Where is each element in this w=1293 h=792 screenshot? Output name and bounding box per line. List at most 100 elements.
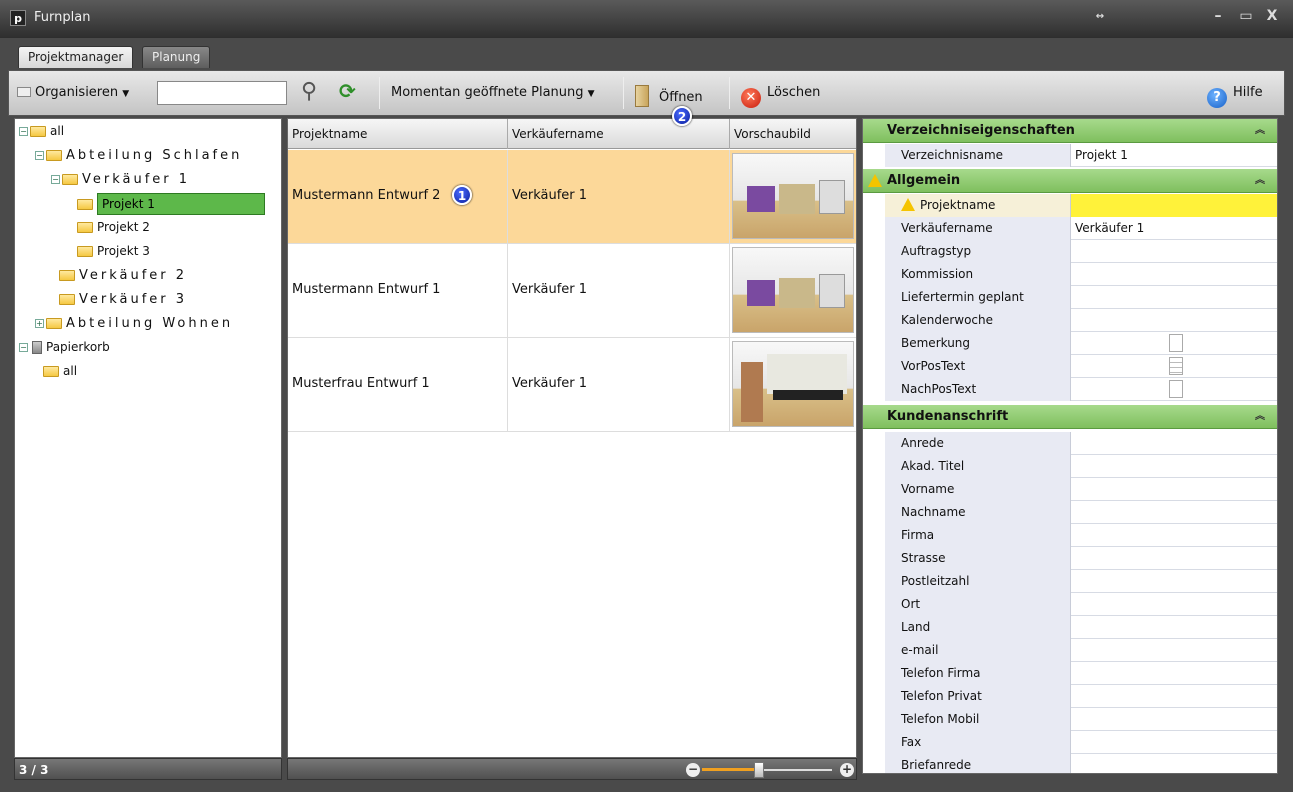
- tree-node-verkaeufer-3[interactable]: Verkäufer 3: [59, 289, 187, 309]
- property-row[interactable]: Bemerkung: [885, 332, 1277, 355]
- property-row[interactable]: Liefertermin geplant: [885, 286, 1277, 309]
- expand-icon[interactable]: +: [35, 319, 44, 328]
- tree-node-projekt-3[interactable]: Projekt 3: [77, 241, 150, 261]
- property-row[interactable]: Briefanrede: [885, 754, 1277, 773]
- property-row[interactable]: Vorname: [885, 478, 1277, 501]
- help-icon: ?: [1207, 88, 1227, 108]
- property-row[interactable]: Nachname: [885, 501, 1277, 524]
- close-button[interactable]: X: [1262, 8, 1282, 24]
- table-row[interactable]: Mustermann Entwurf 1 Verkäufer 1: [288, 244, 856, 338]
- property-row[interactable]: Anrede: [885, 432, 1277, 455]
- collapse-icon[interactable]: −: [51, 175, 60, 184]
- toolbar-separator: [729, 77, 730, 109]
- property-value[interactable]: [1071, 731, 1277, 754]
- document-icon[interactable]: [1169, 380, 1183, 398]
- minimize-button[interactable]: –: [1208, 8, 1228, 24]
- property-row[interactable]: Projektname: [885, 194, 1277, 217]
- property-value[interactable]: [1071, 263, 1277, 286]
- open-button[interactable]: Öffnen: [635, 85, 703, 107]
- collapse-icon[interactable]: −: [19, 127, 28, 136]
- thumbnail-wall-shape: [767, 354, 847, 394]
- resize-arrows-icon[interactable]: ↔: [1090, 11, 1110, 22]
- property-row[interactable]: Telefon Privat: [885, 685, 1277, 708]
- property-row[interactable]: Telefon Mobil: [885, 708, 1277, 731]
- tree-node-all[interactable]: − all: [19, 121, 64, 141]
- property-value[interactable]: [1071, 593, 1277, 616]
- property-value[interactable]: [1071, 478, 1277, 501]
- property-row[interactable]: Strasse: [885, 547, 1277, 570]
- collapse-chevron-icon[interactable]: ︽: [1255, 405, 1265, 429]
- property-value[interactable]: [1071, 570, 1277, 593]
- tree-node-papierkorb[interactable]: − Papierkorb: [19, 337, 110, 357]
- property-row[interactable]: Verkäufername Verkäufer 1: [885, 217, 1277, 240]
- current-planning-button[interactable]: Momentan geöffnete Planung ▼: [391, 85, 595, 100]
- section-verzeichniseigenschaften[interactable]: Verzeichniseigenschaften ︽: [863, 119, 1277, 143]
- organize-button[interactable]: Organisieren ▼: [17, 85, 129, 100]
- property-value[interactable]: [1071, 708, 1277, 731]
- property-row[interactable]: Kommission: [885, 263, 1277, 286]
- tree-node-trash-all[interactable]: all: [43, 361, 77, 381]
- zoom-out-icon[interactable]: −: [686, 763, 700, 777]
- column-header-projektname[interactable]: Projektname: [288, 119, 508, 149]
- column-header-verkaeufername[interactable]: Verkäufername: [508, 119, 730, 149]
- property-row[interactable]: Kalenderwoche: [885, 309, 1277, 332]
- app-logo-icon: p: [10, 10, 26, 26]
- tree-node-abteilung-wohnen[interactable]: + Abteilung Wohnen: [35, 313, 233, 333]
- property-value[interactable]: [1071, 616, 1277, 639]
- property-value-required[interactable]: [1071, 194, 1277, 217]
- tab-projektmanager[interactable]: Projektmanager: [18, 46, 134, 68]
- property-value[interactable]: [1071, 286, 1277, 309]
- property-row[interactable]: Firma: [885, 524, 1277, 547]
- help-button[interactable]: ? Hilfe: [1207, 85, 1263, 108]
- search-icon[interactable]: ⚲: [301, 79, 317, 104]
- property-value[interactable]: [1071, 639, 1277, 662]
- delete-button[interactable]: ✕ Löschen: [741, 85, 820, 108]
- property-row[interactable]: Verzeichnisname Projekt 1: [885, 144, 1277, 167]
- refresh-icon[interactable]: ⟳: [339, 79, 356, 103]
- property-value[interactable]: [1071, 501, 1277, 524]
- property-row[interactable]: Ort: [885, 593, 1277, 616]
- collapse-chevron-icon[interactable]: ︽: [1255, 169, 1265, 193]
- property-value[interactable]: [1071, 309, 1277, 332]
- property-value[interactable]: [1071, 432, 1277, 455]
- maximize-button[interactable]: ▭: [1236, 8, 1256, 24]
- property-row[interactable]: VorPosText: [885, 355, 1277, 378]
- section-allgemein[interactable]: Allgemein ︽: [863, 169, 1277, 193]
- document-icon[interactable]: [1169, 334, 1183, 352]
- property-row[interactable]: Telefon Firma: [885, 662, 1277, 685]
- tree-node-projekt-1[interactable]: Projekt 1: [77, 193, 265, 215]
- property-value[interactable]: [1071, 240, 1277, 263]
- table-row[interactable]: Mustermann Entwurf 2 Verkäufer 1: [288, 150, 856, 244]
- property-row[interactable]: e-mail: [885, 639, 1277, 662]
- property-value[interactable]: [1071, 685, 1277, 708]
- collapse-icon[interactable]: −: [19, 343, 28, 352]
- property-row[interactable]: NachPosText: [885, 378, 1277, 401]
- property-row[interactable]: Akad. Titel: [885, 455, 1277, 478]
- property-value[interactable]: [1071, 754, 1277, 773]
- property-row[interactable]: Postleitzahl: [885, 570, 1277, 593]
- property-value[interactable]: Projekt 1: [1071, 144, 1277, 167]
- table-row[interactable]: Musterfrau Entwurf 1 Verkäufer 1: [288, 338, 856, 432]
- property-row[interactable]: Auftragstyp: [885, 240, 1277, 263]
- property-value[interactable]: [1071, 547, 1277, 570]
- tree-node-verkaeufer-1[interactable]: − Verkäufer 1: [51, 169, 190, 189]
- tab-planung[interactable]: Planung: [142, 46, 211, 68]
- collapse-chevron-icon[interactable]: ︽: [1255, 119, 1265, 143]
- search-input[interactable]: [157, 81, 287, 105]
- collapse-icon[interactable]: −: [35, 151, 44, 160]
- property-value[interactable]: [1071, 455, 1277, 478]
- tree-node-abteilung-schlafen[interactable]: − Abteilung Schlafen: [35, 145, 242, 165]
- column-header-vorschaubild[interactable]: Vorschaubild: [730, 119, 856, 149]
- zoom-in-icon[interactable]: +: [840, 763, 854, 777]
- property-value[interactable]: [1071, 524, 1277, 547]
- property-value[interactable]: Verkäufer 1: [1071, 217, 1277, 240]
- section-kundenanschrift[interactable]: Kundenanschrift ︽: [863, 405, 1277, 429]
- property-value[interactable]: [1071, 662, 1277, 685]
- property-label: Telefon Mobil: [885, 708, 1071, 731]
- property-row[interactable]: Fax: [885, 731, 1277, 754]
- tree-node-projekt-2[interactable]: Projekt 2: [77, 217, 150, 237]
- tree-node-verkaeufer-2[interactable]: Verkäufer 2: [59, 265, 187, 285]
- property-row[interactable]: Land: [885, 616, 1277, 639]
- document-text-icon[interactable]: [1169, 357, 1183, 375]
- zoom-slider-thumb[interactable]: [754, 762, 764, 778]
